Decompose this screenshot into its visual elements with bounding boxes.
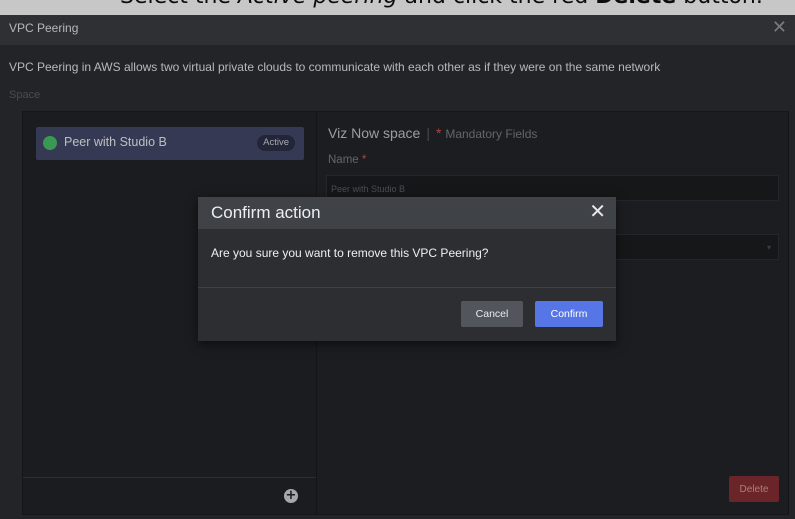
dialog-header: Confirm action ✕ xyxy=(198,197,616,229)
space-label: Space xyxy=(9,89,41,101)
confirm-button[interactable]: Confirm xyxy=(535,301,603,327)
close-icon[interactable]: ✕ xyxy=(589,200,606,222)
delete-button[interactable]: Delete xyxy=(729,476,779,502)
dialog-title: Confirm action xyxy=(211,203,321,222)
confirm-dialog: Confirm action ✕ Are you sure you want t… xyxy=(198,197,616,341)
window-description: VPC Peering in AWS allows two virtual pr… xyxy=(9,60,661,74)
dialog-message: Are you sure you want to remove this VPC… xyxy=(211,246,489,260)
status-badge: Active xyxy=(257,135,295,151)
chevron-down-icon: ▾ xyxy=(766,243,771,252)
caption-suffix: button. xyxy=(676,0,763,9)
peering-list-item[interactable]: Peer with Studio B Active xyxy=(36,127,304,160)
cancel-button[interactable]: Cancel xyxy=(461,301,523,327)
peering-item-label: Peer with Studio B xyxy=(64,135,167,149)
space-title: Viz Now space xyxy=(328,125,421,141)
instruction-caption: Select the Active peering and click the … xyxy=(120,0,763,9)
dialog-divider xyxy=(198,287,616,288)
caption-emphasis: Active peering xyxy=(238,0,398,9)
window-close-icon[interactable]: ✕ xyxy=(772,19,787,37)
name-field-label: Name * xyxy=(328,154,366,166)
detail-header: Viz Now space | * Mandatory Fields xyxy=(328,125,537,141)
window-titlebar: VPC Peering ✕ xyxy=(0,15,795,45)
window-title: VPC Peering xyxy=(9,21,79,35)
sidebar-footer: + xyxy=(23,477,316,514)
header-separator: | xyxy=(426,125,430,141)
required-mark: * xyxy=(435,125,442,141)
caption-bold: Delete xyxy=(595,0,676,9)
caption-prefix: Select the xyxy=(120,0,238,9)
active-status-icon xyxy=(43,136,57,150)
add-peering-icon[interactable]: + xyxy=(284,489,298,503)
caption-middle: and click the red xyxy=(398,0,596,9)
name-required-mark: * xyxy=(361,154,367,166)
mandatory-fields-note: Mandatory Fields xyxy=(445,127,538,141)
name-label-text: Name xyxy=(328,154,359,166)
